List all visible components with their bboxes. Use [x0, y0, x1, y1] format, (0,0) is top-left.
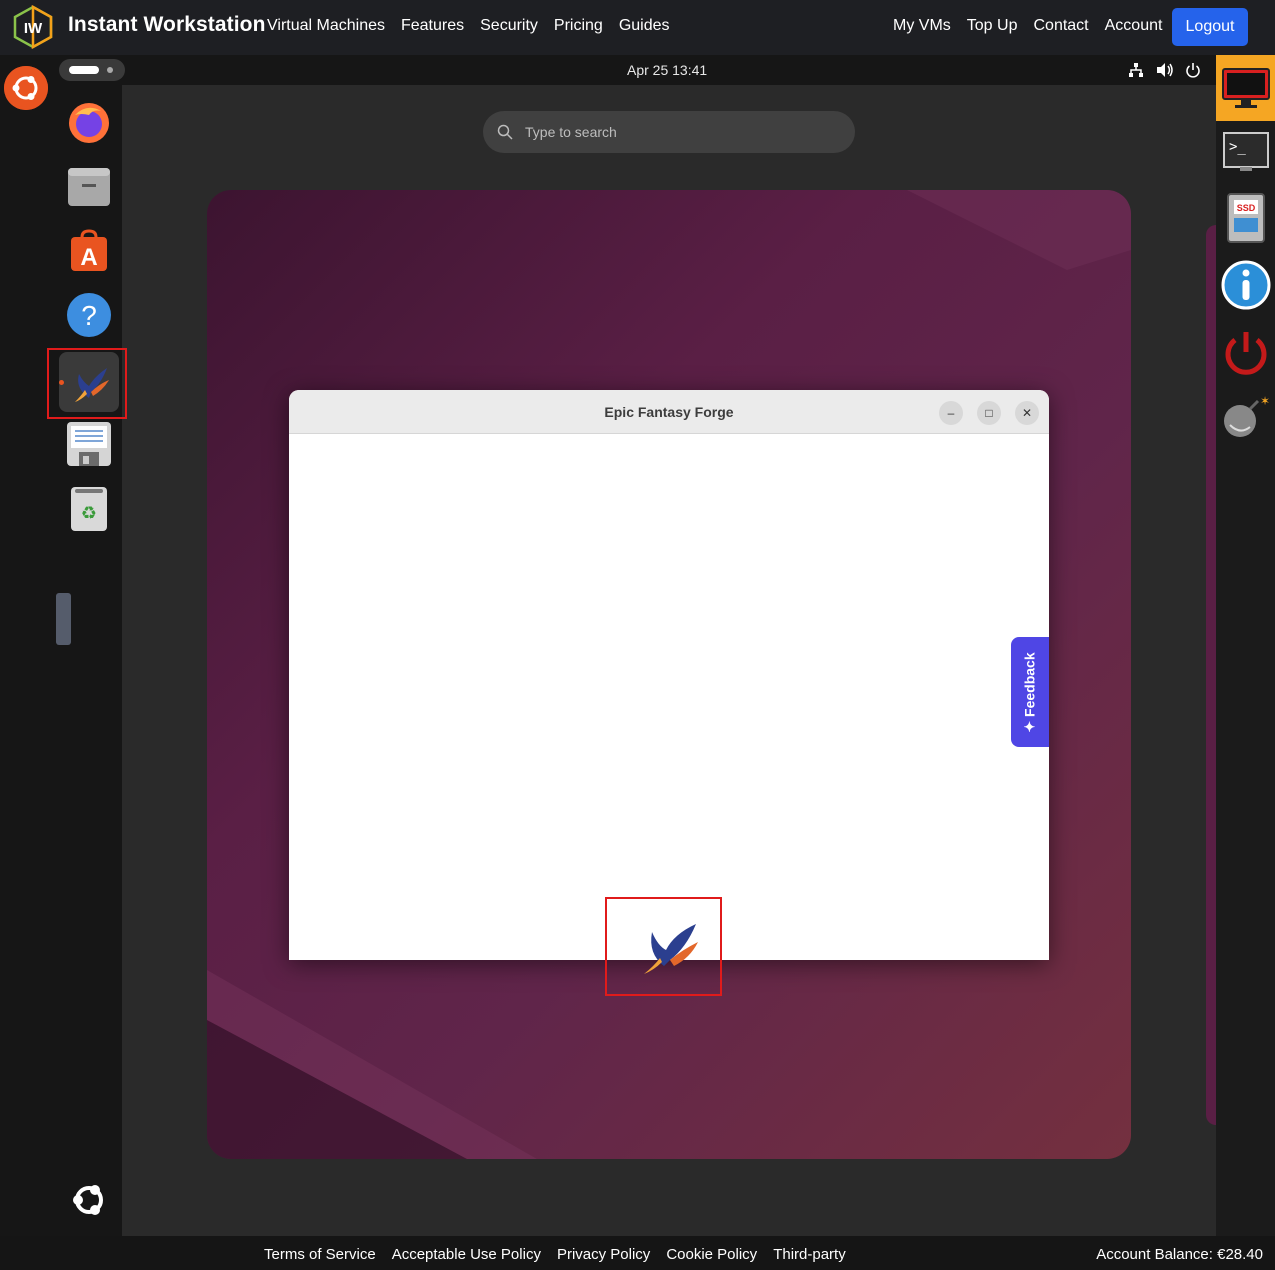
- logo-text: IW: [24, 20, 43, 37]
- account-balance: Account Balance: €28.40: [1096, 1246, 1263, 1263]
- footer-cookie-link[interactable]: Cookie Policy: [666, 1246, 757, 1263]
- nav-top-up[interactable]: Top Up: [967, 17, 1018, 35]
- svg-text:>_: >_: [1229, 139, 1246, 155]
- window-title: Epic Fantasy Forge: [604, 404, 734, 420]
- dock-highlight-box: [47, 348, 127, 419]
- footer-links: Terms of Service Acceptable Use Policy P…: [264, 1246, 846, 1263]
- minimize-icon: –: [947, 406, 955, 420]
- brand-name[interactable]: Instant Workstation: [68, 13, 266, 37]
- footer-privacy-link[interactable]: Privacy Policy: [557, 1246, 650, 1263]
- search-placeholder: Type to search: [525, 124, 617, 140]
- nav-pricing[interactable]: Pricing: [554, 17, 603, 35]
- nav-guides[interactable]: Guides: [619, 17, 670, 35]
- show-apps-icon[interactable]: [64, 1175, 114, 1225]
- power-button-icon[interactable]: [1220, 327, 1272, 379]
- search-bar[interactable]: Type to search: [483, 111, 855, 153]
- firefox-icon[interactable]: [64, 98, 114, 148]
- window-titlebar[interactable]: Epic Fantasy Forge – □ ✕: [289, 390, 1049, 434]
- display-monitor-icon[interactable]: [1216, 55, 1275, 121]
- page-footer: Terms of Service Acceptable Use Policy P…: [0, 1236, 1275, 1270]
- footer-aup-link[interactable]: Acceptable Use Policy: [392, 1246, 541, 1263]
- nav-virtual-machines[interactable]: Virtual Machines: [267, 17, 385, 35]
- nav-right-links: My VMs Top Up Contact Account: [893, 17, 1162, 35]
- minimize-button[interactable]: –: [939, 401, 963, 425]
- power-menu-icon[interactable]: [1185, 62, 1201, 81]
- app-center-icon[interactable]: A: [64, 226, 114, 276]
- activities-button[interactable]: [59, 59, 125, 81]
- ssd-storage-icon[interactable]: SSD: [1220, 192, 1272, 244]
- help-icon[interactable]: ?: [64, 290, 114, 340]
- files-icon[interactable]: [64, 162, 114, 212]
- svg-text:♻: ♻: [81, 503, 97, 524]
- sparkle-icon: ✦: [1021, 716, 1038, 733]
- footer-third-party-link[interactable]: Third-party: [773, 1246, 846, 1263]
- app-window[interactable]: Epic Fantasy Forge – □ ✕: [289, 390, 1049, 960]
- maximize-icon: □: [985, 406, 993, 420]
- info-icon[interactable]: [1220, 259, 1272, 311]
- maximize-button[interactable]: □: [977, 401, 1001, 425]
- feedback-label: Feedback: [1021, 651, 1038, 717]
- vm-side-handle[interactable]: [56, 593, 71, 645]
- feedback-tab[interactable]: ✦ Feedback: [1011, 637, 1049, 747]
- search-icon: [497, 124, 513, 143]
- iw-logo[interactable]: IW: [12, 4, 54, 50]
- window-content[interactable]: [289, 434, 1049, 960]
- window-highlight-box: [605, 897, 722, 996]
- vm-control-panel: >_ SSD ✶: [1216, 55, 1275, 1236]
- nav-my-vms[interactable]: My VMs: [893, 17, 951, 35]
- nav-security[interactable]: Security: [480, 17, 538, 35]
- top-navigation: IW Instant Workstation Virtual Machines …: [0, 0, 1275, 55]
- close-button[interactable]: ✕: [1015, 401, 1039, 425]
- volume-icon[interactable]: [1156, 62, 1174, 81]
- text-editor-icon[interactable]: [64, 420, 114, 470]
- gnome-top-bar: Apr 25 13:41: [59, 55, 1216, 85]
- next-workspace-preview[interactable]: [1206, 225, 1216, 1125]
- nav-features[interactable]: Features: [401, 17, 464, 35]
- network-icon[interactable]: [1128, 62, 1144, 81]
- nav-contact[interactable]: Contact: [1033, 17, 1088, 35]
- svg-text:✶: ✶: [1260, 394, 1270, 408]
- logout-button[interactable]: Logout: [1172, 8, 1248, 46]
- bomb-destroy-icon[interactable]: ✶: [1220, 391, 1272, 443]
- svg-text:A: A: [80, 244, 97, 271]
- trash-icon[interactable]: ♻: [64, 484, 114, 534]
- ubuntu-dock: A ? ♻: [0, 55, 122, 1236]
- terminal-icon[interactable]: >_: [1220, 127, 1272, 179]
- clock[interactable]: Apr 25 13:41: [627, 62, 707, 78]
- close-icon: ✕: [1021, 406, 1033, 420]
- nav-account[interactable]: Account: [1105, 17, 1163, 35]
- ubuntu-logo-icon[interactable]: [4, 66, 48, 110]
- nav-left-links: Virtual Machines Features Security Prici…: [267, 17, 670, 35]
- svg-text:?: ?: [81, 300, 97, 331]
- footer-terms-link[interactable]: Terms of Service: [264, 1246, 376, 1263]
- ssd-label: SSD: [1237, 203, 1256, 213]
